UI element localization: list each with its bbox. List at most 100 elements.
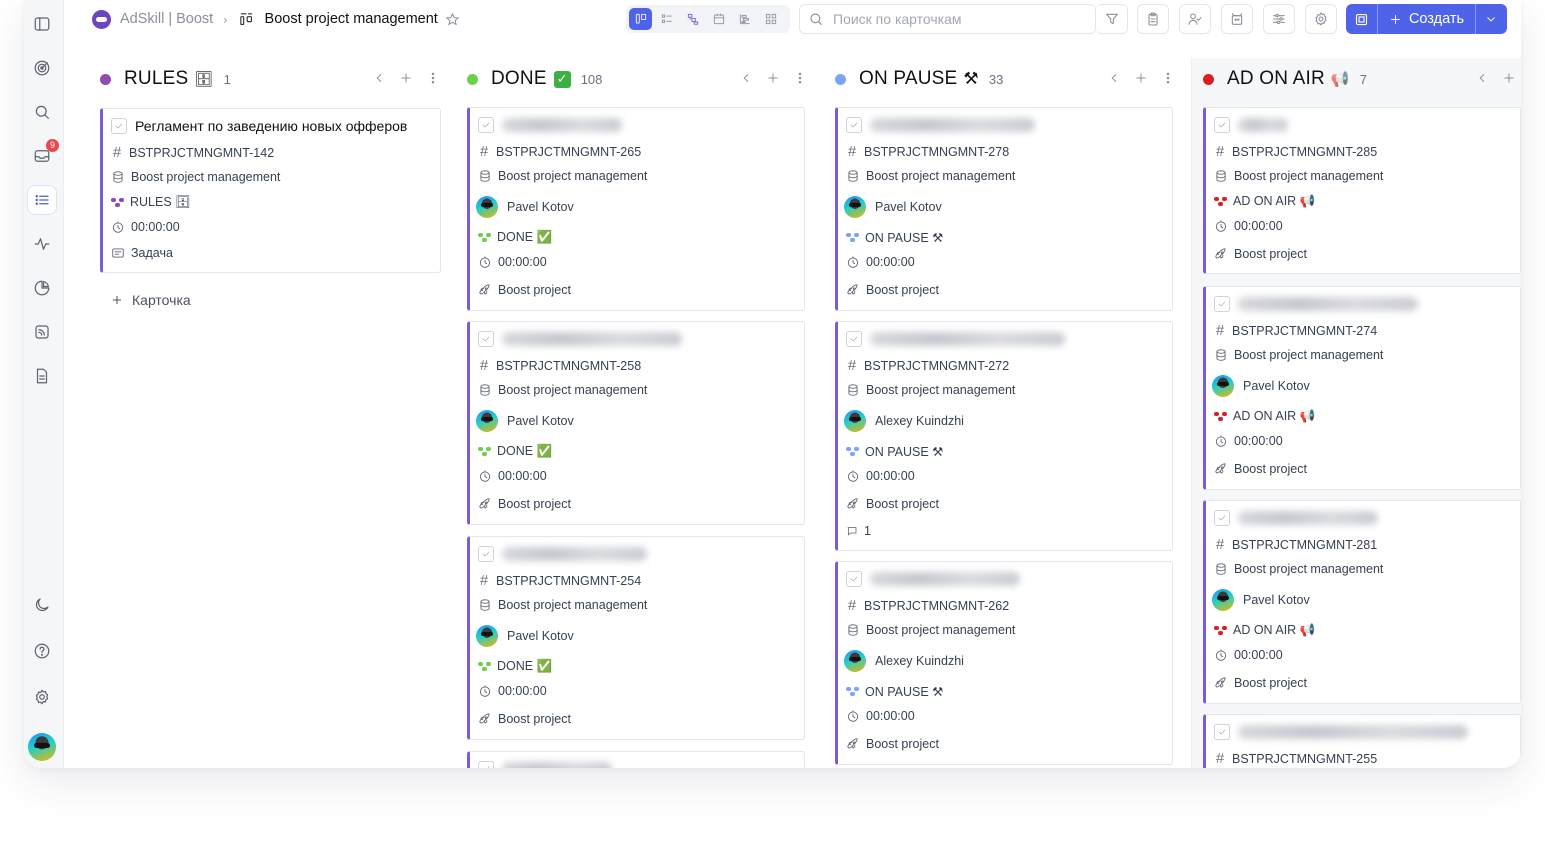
column-header: AD ON AIR 📢 7	[1203, 62, 1367, 96]
card-checkbox[interactable]	[478, 546, 494, 562]
task-card[interactable]: # BSTPRJCTMNGMNT-281 Boost project managem…	[1203, 500, 1521, 704]
search-icon[interactable]	[28, 98, 56, 126]
card-title-blurred	[1238, 511, 1378, 525]
add-card-icon[interactable]	[766, 71, 780, 85]
rocket-icon	[847, 738, 858, 749]
card-checkbox[interactable]	[1214, 510, 1230, 526]
clipboard-button[interactable]	[1137, 4, 1169, 34]
task-card[interactable]: Регламент по заведению новых офферов # BS…	[100, 108, 441, 273]
task-card[interactable]: # BSTPRJCTMNGMNT-272 Boost project managem…	[835, 321, 1173, 551]
assignee-avatar[interactable]	[844, 650, 866, 672]
filter-button[interactable]	[1096, 4, 1128, 34]
assignee-avatar[interactable]	[476, 196, 498, 218]
card-checkbox[interactable]	[1214, 296, 1230, 312]
star-icon[interactable]	[445, 12, 460, 27]
assignee-avatar[interactable]	[1212, 589, 1234, 611]
column-title[interactable]: DONE	[491, 68, 547, 90]
plus-icon	[112, 295, 122, 305]
archive-button[interactable]	[1221, 4, 1253, 34]
collapse-left-icon[interactable]	[1475, 71, 1489, 85]
task-card[interactable]: # BSTPRJCTMNGMNT-285 Boost project managem…	[1203, 107, 1521, 274]
task-card[interactable]: # BSTPRJCTMNGMNT-255	[1203, 714, 1521, 768]
template-button[interactable]	[1346, 4, 1378, 34]
card-status: AD ON AIR 📢	[1233, 194, 1316, 208]
card-id-row: # BSTPRJCTMNGMNT-274	[1214, 322, 1377, 339]
list-view-button[interactable]	[655, 8, 678, 30]
task-card[interactable]: # BSTPRJCTMNGMNT-258 Boost project managem…	[467, 321, 805, 525]
card-checkbox[interactable]	[1214, 724, 1230, 740]
breadcrumb-space[interactable]: Boost	[176, 11, 213, 27]
card-checkbox[interactable]	[846, 331, 862, 347]
column-title[interactable]: ON PAUSE	[859, 68, 957, 90]
gear-button[interactable]	[1305, 4, 1337, 34]
create-dropdown-button[interactable]	[1476, 4, 1506, 34]
more-vertical-icon[interactable]	[793, 71, 807, 85]
assignee-avatar[interactable]	[476, 625, 498, 647]
hierarchy-view-button[interactable]	[681, 8, 704, 30]
task-card[interactable]: # BSTPRJCTMNGMNT-254 Boost project managem…	[467, 536, 805, 740]
activity-icon[interactable]	[28, 230, 56, 258]
card-checkbox[interactable]	[478, 331, 494, 347]
add-card-icon[interactable]	[399, 71, 413, 85]
search-input[interactable]	[833, 11, 1073, 27]
card-time: 00:00:00	[498, 255, 547, 269]
collapse-left-icon[interactable]	[372, 71, 386, 85]
pie-chart-icon[interactable]	[28, 274, 56, 302]
column-title[interactable]: RULES	[124, 68, 188, 90]
help-icon[interactable]	[28, 637, 56, 665]
card-assignee: Pavel Kotov	[875, 200, 942, 214]
document-icon[interactable]	[28, 362, 56, 390]
assignee-avatar[interactable]	[844, 196, 866, 218]
add-card-icon[interactable]	[1502, 71, 1516, 85]
card-status-row: RULES 🗄	[111, 195, 191, 210]
add-card-icon[interactable]	[1134, 71, 1148, 85]
grid-view-button[interactable]	[759, 8, 782, 30]
task-card[interactable]: # BSTPRJCTMNGMNT-265 Boost project managem…	[467, 107, 805, 311]
cabinet-icon: 🗄	[194, 71, 214, 88]
task-card[interactable]	[467, 751, 805, 768]
card-checkbox[interactable]	[478, 761, 494, 768]
card-status-row: DONE ✅	[478, 659, 552, 674]
assignee-avatar[interactable]	[844, 410, 866, 432]
list-view-icon[interactable]	[28, 186, 56, 214]
card-title-row	[1214, 296, 1418, 312]
more-vertical-icon[interactable]	[426, 71, 440, 85]
calendar-view-button[interactable]	[707, 8, 730, 30]
column-actions	[372, 71, 440, 85]
create-button[interactable]: Создать	[1378, 4, 1476, 34]
members-button[interactable]	[1179, 4, 1211, 34]
breadcrumb-workspace[interactable]: AdSkill	[120, 11, 164, 27]
inbox-icon[interactable]: 9	[28, 139, 59, 170]
card-checkbox[interactable]	[478, 117, 494, 133]
board-settings-button[interactable]	[1263, 4, 1295, 34]
target-icon[interactable]	[28, 54, 56, 82]
card-comments-row[interactable]: 1	[846, 524, 871, 538]
card-id: BSTPRJCTMNGMNT-255	[1232, 751, 1378, 766]
card-checkbox[interactable]	[1214, 117, 1230, 133]
assignee-avatar[interactable]	[476, 410, 498, 432]
dark-mode-icon[interactable]	[28, 591, 56, 619]
card-checkbox[interactable]	[846, 117, 862, 133]
card-checkbox[interactable]	[111, 118, 127, 134]
board-view-button[interactable]	[629, 8, 652, 30]
feed-icon[interactable]	[28, 318, 56, 346]
card-id: BSTPRJCTMNGMNT-281	[1232, 537, 1378, 552]
assignee-avatar[interactable]	[1212, 375, 1234, 397]
task-card[interactable]: # BSTPRJCTMNGMNT-262 Boost project managem…	[835, 561, 1173, 765]
column-count: 33	[988, 71, 1004, 87]
column-title[interactable]: AD ON AIR	[1227, 68, 1325, 90]
collapse-left-icon[interactable]	[739, 71, 753, 85]
panel-toggle-icon[interactable]	[28, 10, 56, 38]
card-checkbox[interactable]	[846, 571, 862, 587]
user-avatar[interactable]	[28, 733, 56, 761]
settings-icon[interactable]	[28, 683, 56, 711]
more-vertical-icon[interactable]	[1161, 71, 1175, 85]
task-card[interactable]: # BSTPRJCTMNGMNT-274 Boost project managem…	[1203, 286, 1521, 490]
card-status-row: AD ON AIR 📢	[1214, 409, 1315, 424]
card-tag-row: Boost project	[846, 737, 939, 751]
gantt-view-button[interactable]	[733, 8, 756, 30]
task-card[interactable]: # BSTPRJCTMNGMNT-278 Boost project managem…	[835, 107, 1173, 311]
collapse-left-icon[interactable]	[1107, 71, 1121, 85]
add-card-button[interactable]: Карточка	[110, 292, 191, 308]
archive-icon	[1231, 13, 1243, 25]
